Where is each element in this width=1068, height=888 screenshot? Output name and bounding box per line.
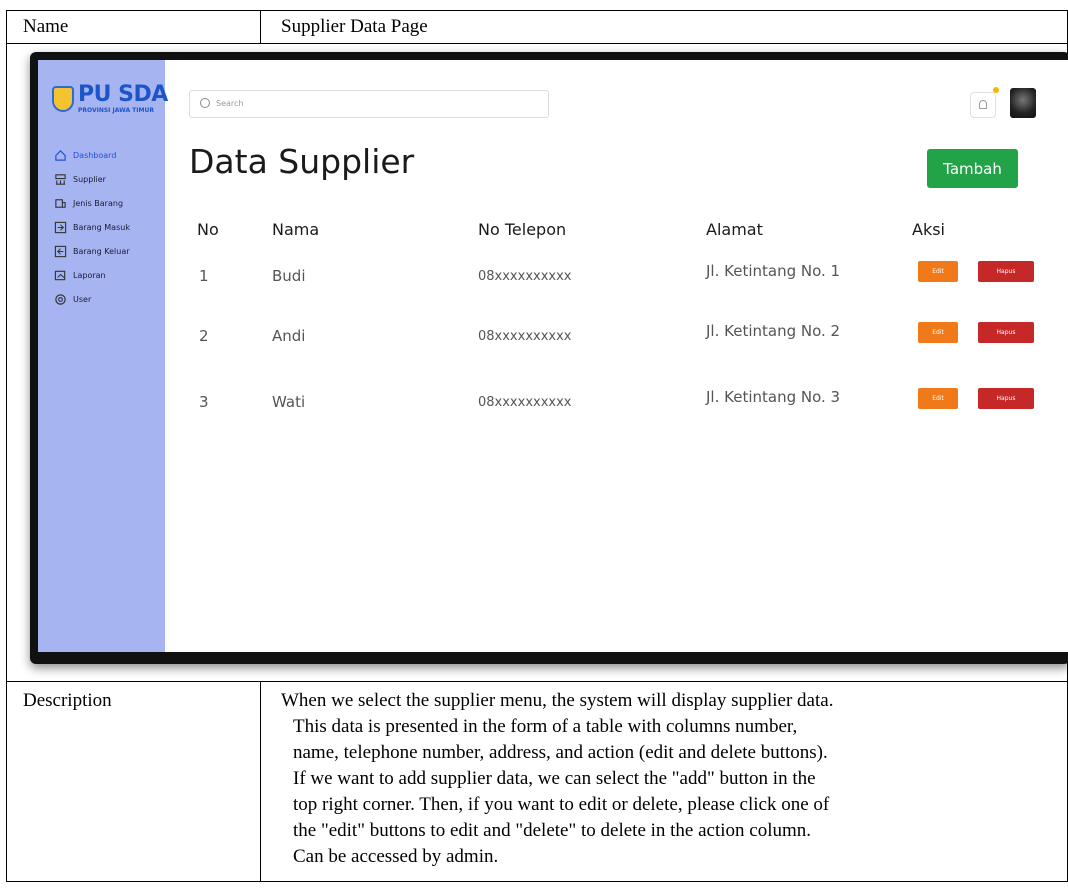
emblem-icon [52,86,74,112]
notification-dot [993,87,999,93]
sidebar-item-label: Barang Keluar [73,246,130,256]
incoming-icon [54,221,67,233]
search-input[interactable]: Search [189,90,549,118]
delete-button[interactable]: Hapus [978,261,1034,282]
mockup-frame: PU SDA PROVINSI JAWA TIMUR Dashboard Sup… [30,52,1068,664]
column-header-aksi: Aksi [912,220,945,239]
description-line: top right corner. Then, if you want to e… [293,794,830,815]
sidebar-item-barang-masuk[interactable]: Barang Masuk [54,218,130,236]
app-logo: PU SDA PROVINSI JAWA TIMUR [52,82,168,118]
column-header-nama: Nama [272,220,320,239]
home-icon [55,149,66,161]
outgoing-icon [54,245,67,257]
supplier-icon [55,173,66,185]
delete-button[interactable]: Hapus [978,322,1034,343]
description-value-cell: When we select the supplier menu, the sy… [261,682,1067,881]
search-placeholder: Search [216,99,244,108]
cell-no: 1 [199,267,209,285]
page-title: Data Supplier [189,142,415,181]
edit-button[interactable]: Edit [918,261,958,282]
column-header-no: No [197,220,219,239]
logo-subtext: PROVINSI JAWA TIMUR [78,107,154,114]
cell-no: 2 [199,327,209,345]
notification-button[interactable] [970,87,999,118]
cell-telepon: 08xxxxxxxxxx [478,269,572,284]
description-line: Can be accessed by admin. [293,846,499,867]
cell-telepon: 08xxxxxxxxxx [478,329,572,344]
bell-icon [979,100,987,109]
sidebar-item-dashboard[interactable]: Dashboard [54,146,130,164]
description-line: If we want to add supplier data, we can … [293,768,816,789]
cell-nama: Wati [272,393,306,411]
sidebar-item-label: Jenis Barang [73,198,124,208]
description-label-cell: Description [7,682,261,881]
sidebar-item-user[interactable]: User [54,290,130,308]
name-value-cell: Supplier Data Page [261,11,1067,44]
sidebar-item-label: User [73,294,92,304]
sidebar-nav: Dashboard Supplier Jenis Barang Barang M… [54,146,130,314]
report-icon [54,270,66,280]
sidebar-item-label: Laporan [73,270,106,280]
cell-telepon: 08xxxxxxxxxx [478,395,572,410]
cell-no: 3 [199,393,209,411]
sidebar: PU SDA PROVINSI JAWA TIMUR Dashboard Sup… [38,60,168,652]
app-screen: PU SDA PROVINSI JAWA TIMUR Dashboard Sup… [38,60,1068,652]
description-line: the "edit" buttons to edit and "delete" … [293,820,812,841]
sidebar-item-barang-keluar[interactable]: Barang Keluar [54,242,130,260]
search-icon [200,98,210,108]
logo-text: PU SDA [78,82,168,107]
box-icon [55,198,66,208]
user-gear-icon [55,293,66,305]
edit-button[interactable]: Edit [918,322,958,343]
sidebar-item-laporan[interactable]: Laporan [54,266,130,284]
cell-nama: Budi [272,267,306,285]
cell-alamat: Jl. Ketintang No. 1 [706,262,841,280]
delete-button[interactable]: Hapus [978,388,1034,409]
description-line: When we select the supplier menu, the sy… [281,690,834,711]
name-label-cell: Name [7,11,261,44]
cell-alamat: Jl. Ketintang No. 2 [706,322,841,340]
description-line: name, telephone number, address, and act… [293,742,828,763]
add-supplier-button[interactable]: Tambah [927,149,1018,188]
sidebar-item-jenis-barang[interactable]: Jenis Barang [54,194,130,212]
sidebar-item-label: Barang Masuk [73,222,130,232]
cell-nama: Andi [272,327,306,345]
sidebar-item-supplier[interactable]: Supplier [54,170,130,188]
column-header-telepon: No Telepon [478,220,567,239]
column-header-alamat: Alamat [706,220,763,239]
description-line: This data is presented in the form of a … [293,716,798,737]
avatar[interactable] [1010,88,1036,118]
edit-button[interactable]: Edit [918,388,958,409]
sidebar-item-label: Supplier [73,174,106,184]
cell-alamat: Jl. Ketintang No. 3 [706,388,841,406]
sidebar-item-label: Dashboard [73,150,117,160]
